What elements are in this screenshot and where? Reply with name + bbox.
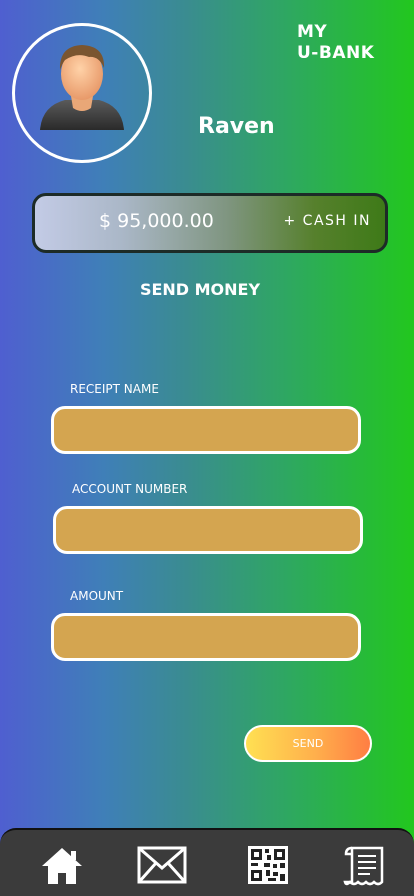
brand-line-1: MY [297,22,328,42]
nav-messages[interactable] [137,844,187,890]
balance-card: $ 95,000.00 + CASH IN [32,193,388,253]
account-number-input[interactable] [53,506,363,554]
send-button[interactable]: SEND [244,725,372,762]
send-money-title: SEND MONEY [139,280,261,299]
nav-qr[interactable] [246,844,296,890]
receipt-name-label: RECEIPT NAME [70,382,159,396]
balance-amount: $ 95,000.00 [99,210,214,232]
receipt-name-input[interactable] [51,406,361,454]
brand-line-2: U-BANK [297,43,375,63]
amount-label: AMOUNT [70,589,124,603]
user-name: Raven [198,114,275,139]
user-avatar-icon [40,45,124,130]
account-number-label: ACCOUNT NUMBER [72,482,188,496]
qr-code-icon [248,846,288,884]
envelope-icon [137,846,187,884]
home-icon [42,848,82,884]
receipt-icon [343,846,384,886]
nav-receipts[interactable] [342,844,392,890]
nav-home[interactable] [38,844,88,890]
bottom-nav [0,828,414,896]
amount-input[interactable] [51,613,361,661]
brand-logo: MY U-BANK [297,22,374,64]
cash-in-button[interactable]: + CASH IN [284,213,372,229]
avatar[interactable] [12,23,152,163]
